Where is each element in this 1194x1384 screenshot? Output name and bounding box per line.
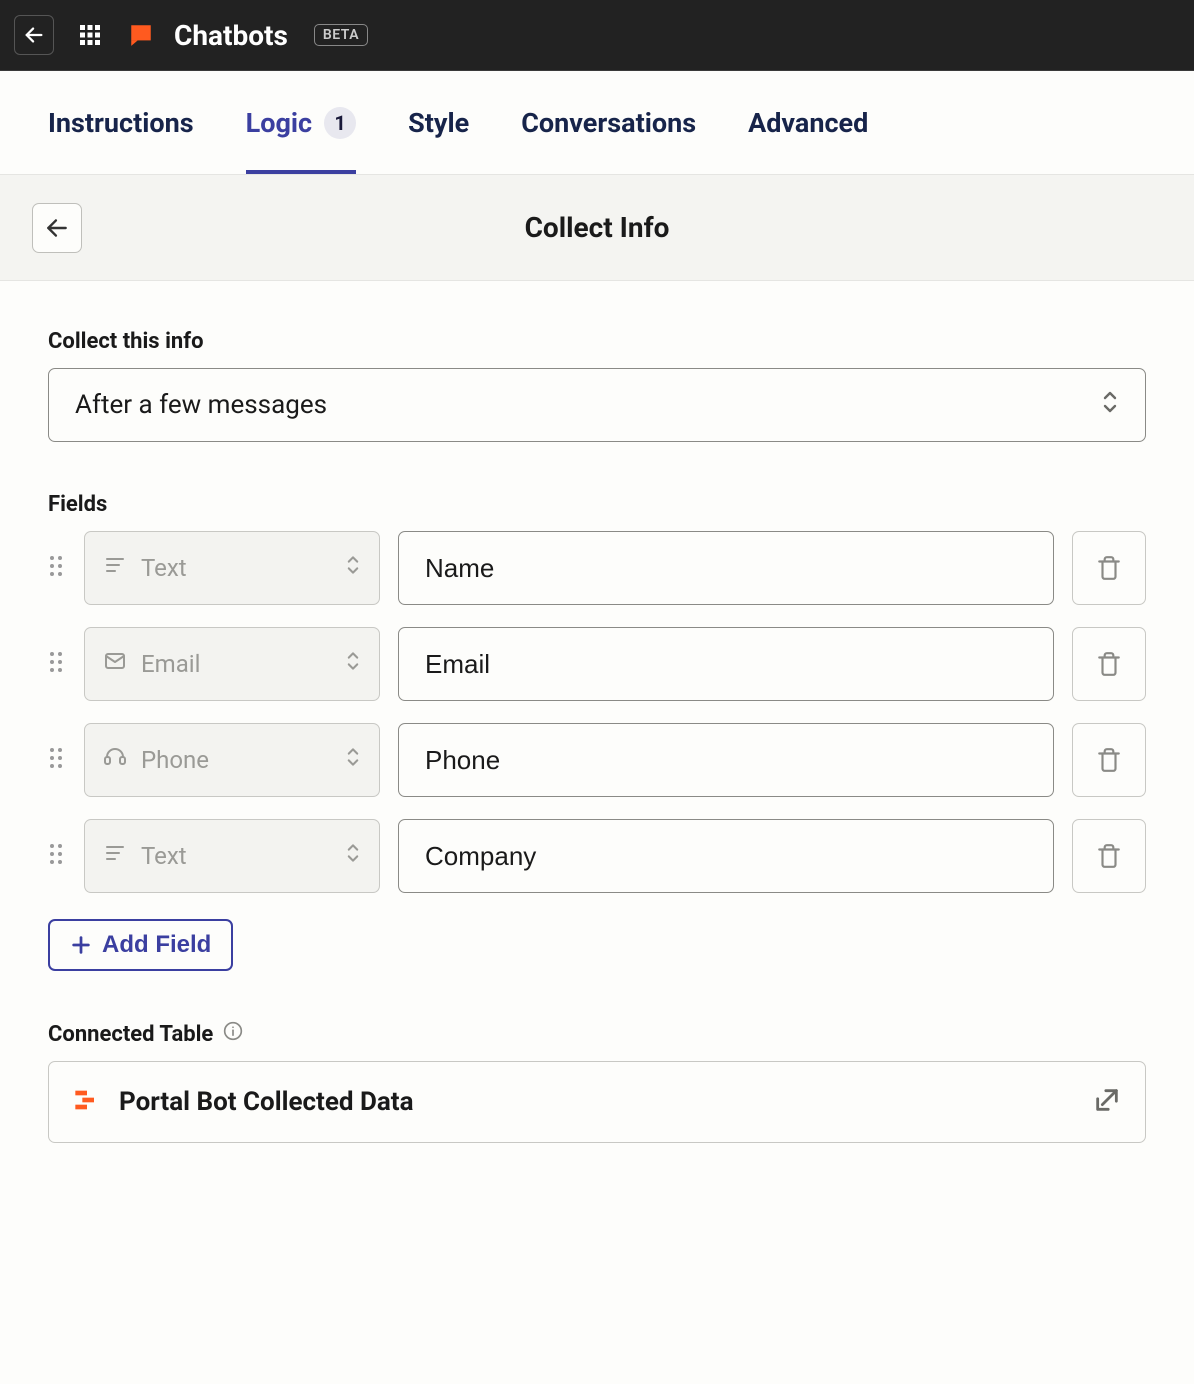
info-icon[interactable] (223, 1021, 243, 1047)
field-name-input[interactable] (398, 627, 1054, 701)
tab-label: Advanced (748, 107, 868, 139)
trash-icon (1096, 651, 1122, 677)
collect-info-label: Collect this info (48, 329, 1146, 354)
field-row: Phone (48, 723, 1146, 797)
drag-handle-icon[interactable] (48, 841, 66, 871)
arrow-left-icon (23, 24, 45, 46)
field-row: Text (48, 819, 1146, 893)
trash-icon (1096, 555, 1122, 581)
drag-handle-icon[interactable] (48, 745, 66, 775)
field-row: Email (48, 627, 1146, 701)
select-value: After a few messages (75, 390, 327, 420)
connected-table-name: Portal Bot Collected Data (119, 1087, 414, 1117)
tab-conversations[interactable]: Conversations (521, 71, 696, 174)
arrow-left-icon (44, 215, 70, 241)
chevron-up-down-icon (345, 650, 361, 678)
tabs-bar: Instructions Logic 1 Style Conversations… (0, 71, 1194, 175)
tab-label: Instructions (48, 107, 194, 139)
field-type-select[interactable]: Text (84, 531, 380, 605)
field-type-value: Text (141, 842, 187, 870)
delete-field-button[interactable] (1072, 819, 1146, 893)
connected-table-label: Connected Table (48, 1021, 1146, 1047)
connected-table-label-text: Connected Table (48, 1022, 213, 1047)
field-type-value: Email (141, 650, 200, 678)
text-icon (103, 553, 127, 583)
trash-icon (1096, 747, 1122, 773)
tab-logic[interactable]: Logic 1 (246, 71, 357, 174)
field-row: Text (48, 531, 1146, 605)
drag-handle-icon[interactable] (48, 553, 66, 583)
field-name-input[interactable] (398, 723, 1054, 797)
tab-instructions[interactable]: Instructions (48, 71, 194, 174)
sub-header: Collect Info (0, 175, 1194, 281)
chevron-up-down-icon (345, 746, 361, 774)
content: Collect this info After a few messages F… (0, 281, 1194, 1191)
fields-label: Fields (48, 492, 1146, 517)
plus-icon (70, 934, 92, 956)
text-icon (103, 841, 127, 871)
tab-style[interactable]: Style (408, 71, 469, 174)
tab-badge: 1 (324, 107, 356, 139)
external-link-icon (1093, 1086, 1121, 1118)
sub-back-button[interactable] (32, 203, 82, 253)
app-title: Chatbots (174, 19, 288, 52)
phone-icon (103, 745, 127, 775)
chevron-up-down-icon (1101, 389, 1119, 422)
top-header: Chatbots BETA (0, 0, 1194, 71)
field-type-select[interactable]: Phone (84, 723, 380, 797)
field-type-select[interactable]: Email (84, 627, 380, 701)
delete-field-button[interactable] (1072, 531, 1146, 605)
delete-field-button[interactable] (1072, 723, 1146, 797)
field-type-value: Text (141, 554, 187, 582)
field-name-input[interactable] (398, 531, 1054, 605)
tab-label: Style (408, 107, 469, 139)
field-name-input[interactable] (398, 819, 1054, 893)
trash-icon (1096, 843, 1122, 869)
field-type-value: Phone (141, 746, 209, 774)
fields-list: Text Email (48, 531, 1146, 893)
collect-timing-select[interactable]: After a few messages (48, 368, 1146, 442)
page-title: Collect Info (525, 211, 670, 244)
back-button[interactable] (14, 15, 54, 55)
tab-label: Conversations (521, 107, 696, 139)
add-field-button[interactable]: Add Field (48, 919, 233, 971)
beta-badge: BETA (314, 24, 368, 46)
apps-grid-icon[interactable] (72, 23, 108, 47)
logo-icon[interactable] (128, 22, 154, 48)
email-icon (103, 649, 127, 679)
table-icon (73, 1086, 101, 1118)
field-type-select[interactable]: Text (84, 819, 380, 893)
tab-advanced[interactable]: Advanced (748, 71, 868, 174)
delete-field-button[interactable] (1072, 627, 1146, 701)
drag-handle-icon[interactable] (48, 649, 66, 679)
chevron-up-down-icon (345, 842, 361, 870)
add-field-label: Add Field (102, 931, 211, 959)
connected-table-button[interactable]: Portal Bot Collected Data (48, 1061, 1146, 1143)
tab-label: Logic (246, 107, 313, 139)
chevron-up-down-icon (345, 554, 361, 582)
